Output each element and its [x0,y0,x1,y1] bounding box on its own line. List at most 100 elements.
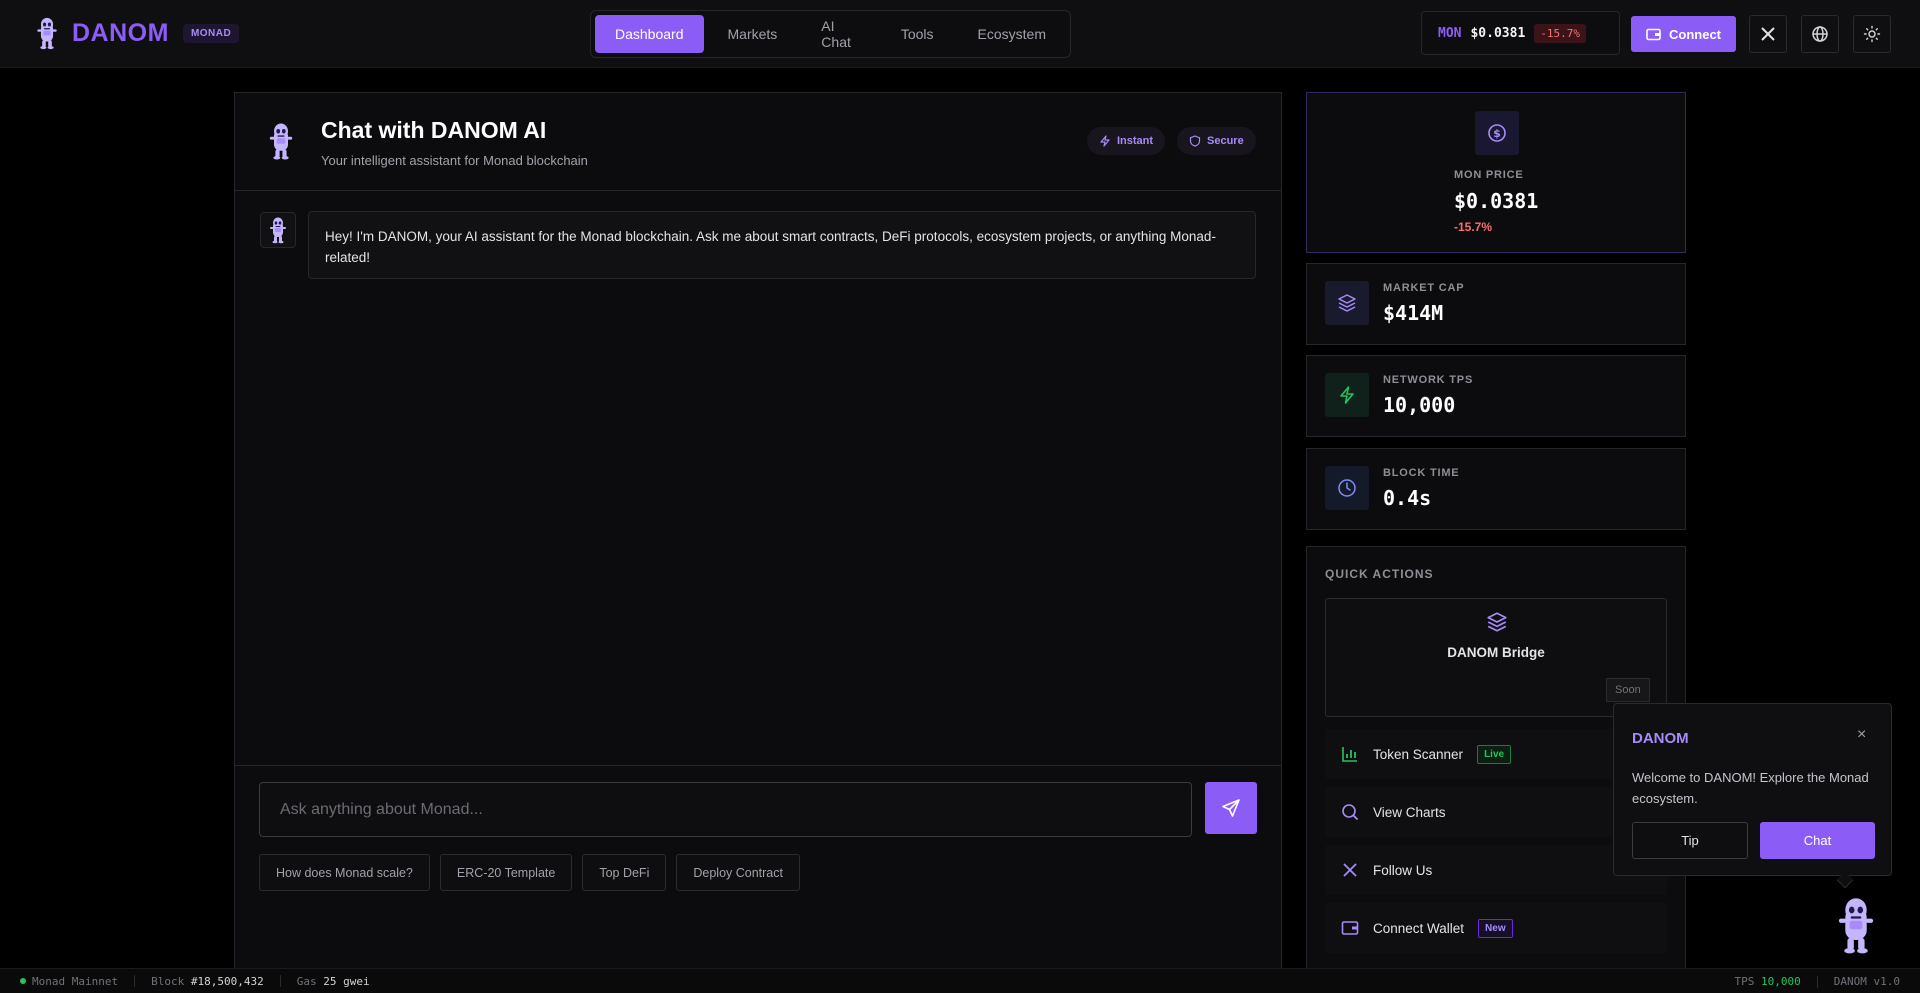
popup-text: Welcome to DANOM! Explore the Monad ecos… [1632,770,1869,806]
price-card: $ MON PRICE $0.0381 -15.7% [1306,92,1686,253]
suggestion-chip[interactable]: Top DeFi [582,854,667,891]
nav-dashboard[interactable]: Dashboard [595,15,704,53]
wallet-icon [1646,28,1661,40]
secure-label: Secure [1207,135,1244,147]
market-cap-label: MARKET CAP [1383,282,1465,294]
price-value: $0.0381 [1454,189,1539,213]
status-right: TPS 10,000 DANOM v1.0 [1735,975,1900,988]
chat-panel: Chat with DANOM AI Your intelligent assi… [234,92,1282,993]
tps-label: NETWORK TPS [1383,374,1474,386]
wallet-icon [1341,921,1359,935]
dollar-icon: $ [1488,124,1506,142]
main-nav: Dashboard Markets AI Chat Tools Ecosyste… [590,10,1071,58]
nav-markets[interactable]: Markets [708,15,798,53]
globe-icon [1812,26,1828,42]
instant-label: Instant [1117,135,1154,147]
assistant-avatar [260,212,296,248]
price-change: -15.7% [1454,220,1493,234]
chat-title: Chat with DANOM AI [321,117,547,143]
market-cap-card: MARKET CAP $414M [1306,263,1686,345]
block-time-value: 0.4s [1383,486,1432,510]
secure-pill: Secure [1177,127,1256,155]
bolt-icon [1100,135,1110,147]
bar-chart-icon [1342,747,1357,762]
network-status-dot [20,978,26,984]
search-icon [1342,804,1358,820]
market-cap-icon-box [1325,281,1369,325]
view-charts-label: View Charts [1373,804,1446,820]
connect-wallet-action[interactable]: Connect Wallet New [1325,903,1667,953]
tps-icon-box [1325,373,1369,417]
svg-text:$: $ [1493,127,1501,140]
block-label: Block [151,974,185,988]
new-badge: New [1478,918,1513,938]
close-icon[interactable]: × [1857,726,1866,744]
ticker-symbol: MON [1438,25,1462,41]
bridge-label: DANOM Bridge [1447,645,1545,660]
mascot-icon [268,216,288,244]
bolt-icon [1340,386,1354,404]
price-ticker: MON $0.0381 -15.7% [1421,11,1620,55]
send-button[interactable] [1205,782,1257,834]
ticker-change: -15.7% [1534,23,1587,43]
clock-icon [1338,479,1356,497]
x-social-button[interactable] [1749,15,1787,53]
chat-subtitle: Your intelligent assistant for Monad blo… [321,153,588,168]
divider [279,975,281,987]
popup-title: DANOM [1632,730,1689,747]
block-time-label: BLOCK TIME [1383,467,1460,479]
suggestion-chips: How does Monad scale? ERC-20 Template To… [259,854,800,891]
network-tag: MONAD [182,23,240,43]
suggestion-chip[interactable]: How does Monad scale? [259,854,430,891]
nav-ecosystem[interactable]: Ecosystem [958,15,1066,53]
soon-badge: Soon [1606,678,1650,702]
status-bar: Monad Mainnet Block #18,500,432 Gas 25 g… [0,968,1920,993]
gas-label: Gas [296,974,317,988]
send-icon [1222,799,1240,817]
network-name: Monad Mainnet [32,974,119,988]
tps-status-label: TPS [1734,975,1755,988]
bridge-action[interactable]: DANOM Bridge Soon [1325,598,1667,717]
connect-button[interactable]: Connect [1631,16,1736,52]
connect-label: Connect [1669,26,1721,42]
theme-toggle-button[interactable] [1853,15,1891,53]
nav-tools[interactable]: Tools [881,15,954,53]
gas-value: 25 gwei [323,974,370,988]
suggestion-chip[interactable]: Deploy Contract [676,854,800,891]
suggestion-chip[interactable]: ERC-20 Template [439,854,573,891]
sun-icon [1863,25,1881,43]
mascot-avatar-icon [267,121,295,161]
x-icon [1761,27,1775,41]
block-time-icon-box [1325,466,1369,510]
tps-status-value: 10,000 [1761,975,1801,988]
ticker-price: $0.0381 [1470,25,1526,41]
quick-actions-title: QUICK ACTIONS [1325,567,1434,581]
tps-value: 10,000 [1383,393,1456,417]
follow-us-label: Follow Us [1373,862,1433,878]
block-time-card: BLOCK TIME 0.4s [1306,448,1686,530]
chat-input[interactable] [259,782,1192,837]
price-icon-box: $ [1475,111,1519,155]
version-label: DANOM v1.0 [1833,975,1900,988]
nav-ai-chat[interactable]: AI Chat [801,15,877,53]
x-icon [1343,863,1357,877]
instant-pill: Instant [1087,127,1166,155]
brand-name: DANOM [72,18,169,47]
brand[interactable]: DANOM MONAD [34,16,240,50]
price-label: MON PRICE [1454,169,1524,181]
divider [134,975,136,987]
token-scanner-label: Token Scanner [1373,746,1464,762]
mascot-assistant-icon[interactable] [1834,895,1878,955]
divider [1816,975,1818,988]
chat-button[interactable]: Chat [1760,822,1875,859]
connect-wallet-label: Connect Wallet [1373,920,1465,936]
live-badge: Live [1477,744,1512,764]
tip-button[interactable]: Tip [1632,822,1748,859]
tps-card: NETWORK TPS 10,000 [1306,355,1686,437]
market-cap-value: $414M [1383,301,1444,325]
chat-composer: How does Monad scale? ERC-20 Template To… [235,765,1281,993]
language-button[interactable] [1801,15,1839,53]
mascot-logo-icon [34,16,60,50]
layers-icon [1338,294,1356,312]
top-header: DANOM MONAD Dashboard Markets AI Chat To… [0,0,1920,68]
